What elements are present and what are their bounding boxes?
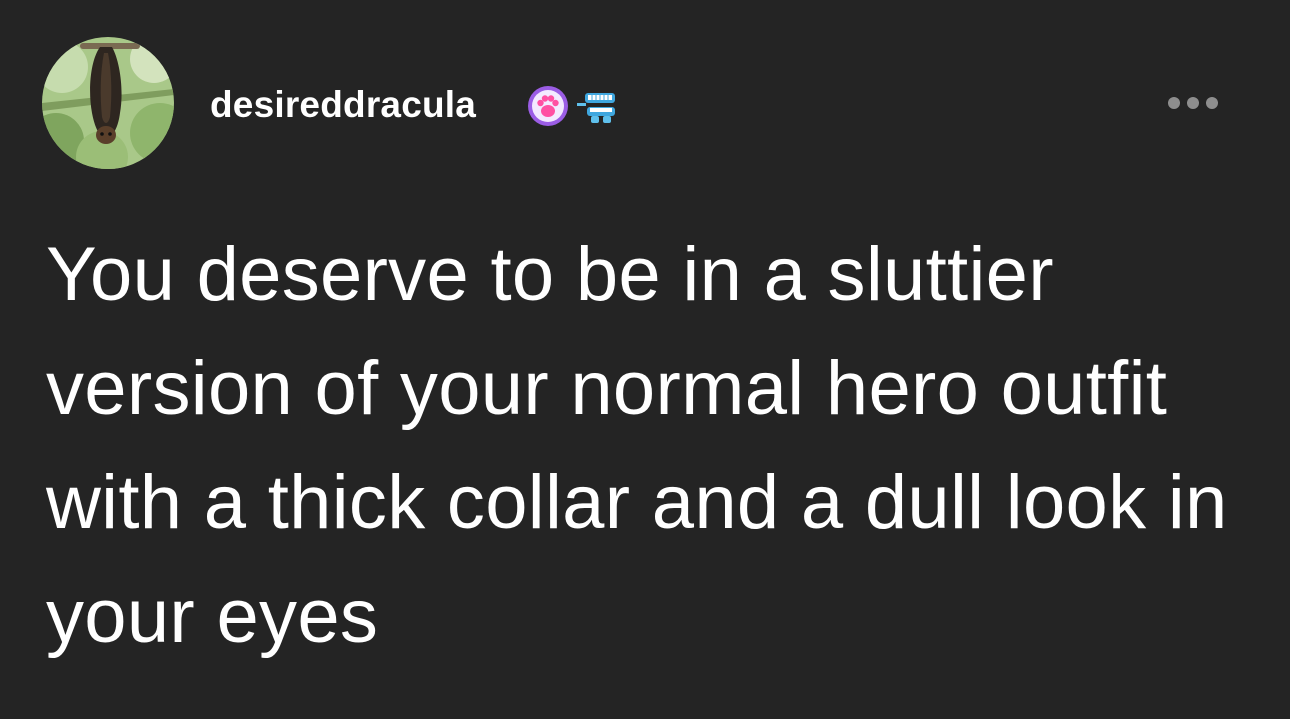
badges [527, 85, 623, 132]
bat-avatar-icon [42, 37, 174, 169]
chattering-teeth-badge-icon[interactable] [575, 85, 623, 132]
more-dot [1168, 97, 1180, 109]
post-card: desireddracula You deserve to be in a sl… [0, 0, 1290, 719]
more-options-icon[interactable] [1158, 88, 1228, 118]
more-dot [1206, 97, 1218, 109]
username-link[interactable]: desireddracula [210, 83, 476, 127]
post-text: You deserve to be in a sluttier version … [46, 232, 1228, 659]
avatar[interactable] [42, 37, 174, 169]
paw-badge-icon[interactable] [527, 85, 569, 132]
more-dot [1187, 97, 1199, 109]
